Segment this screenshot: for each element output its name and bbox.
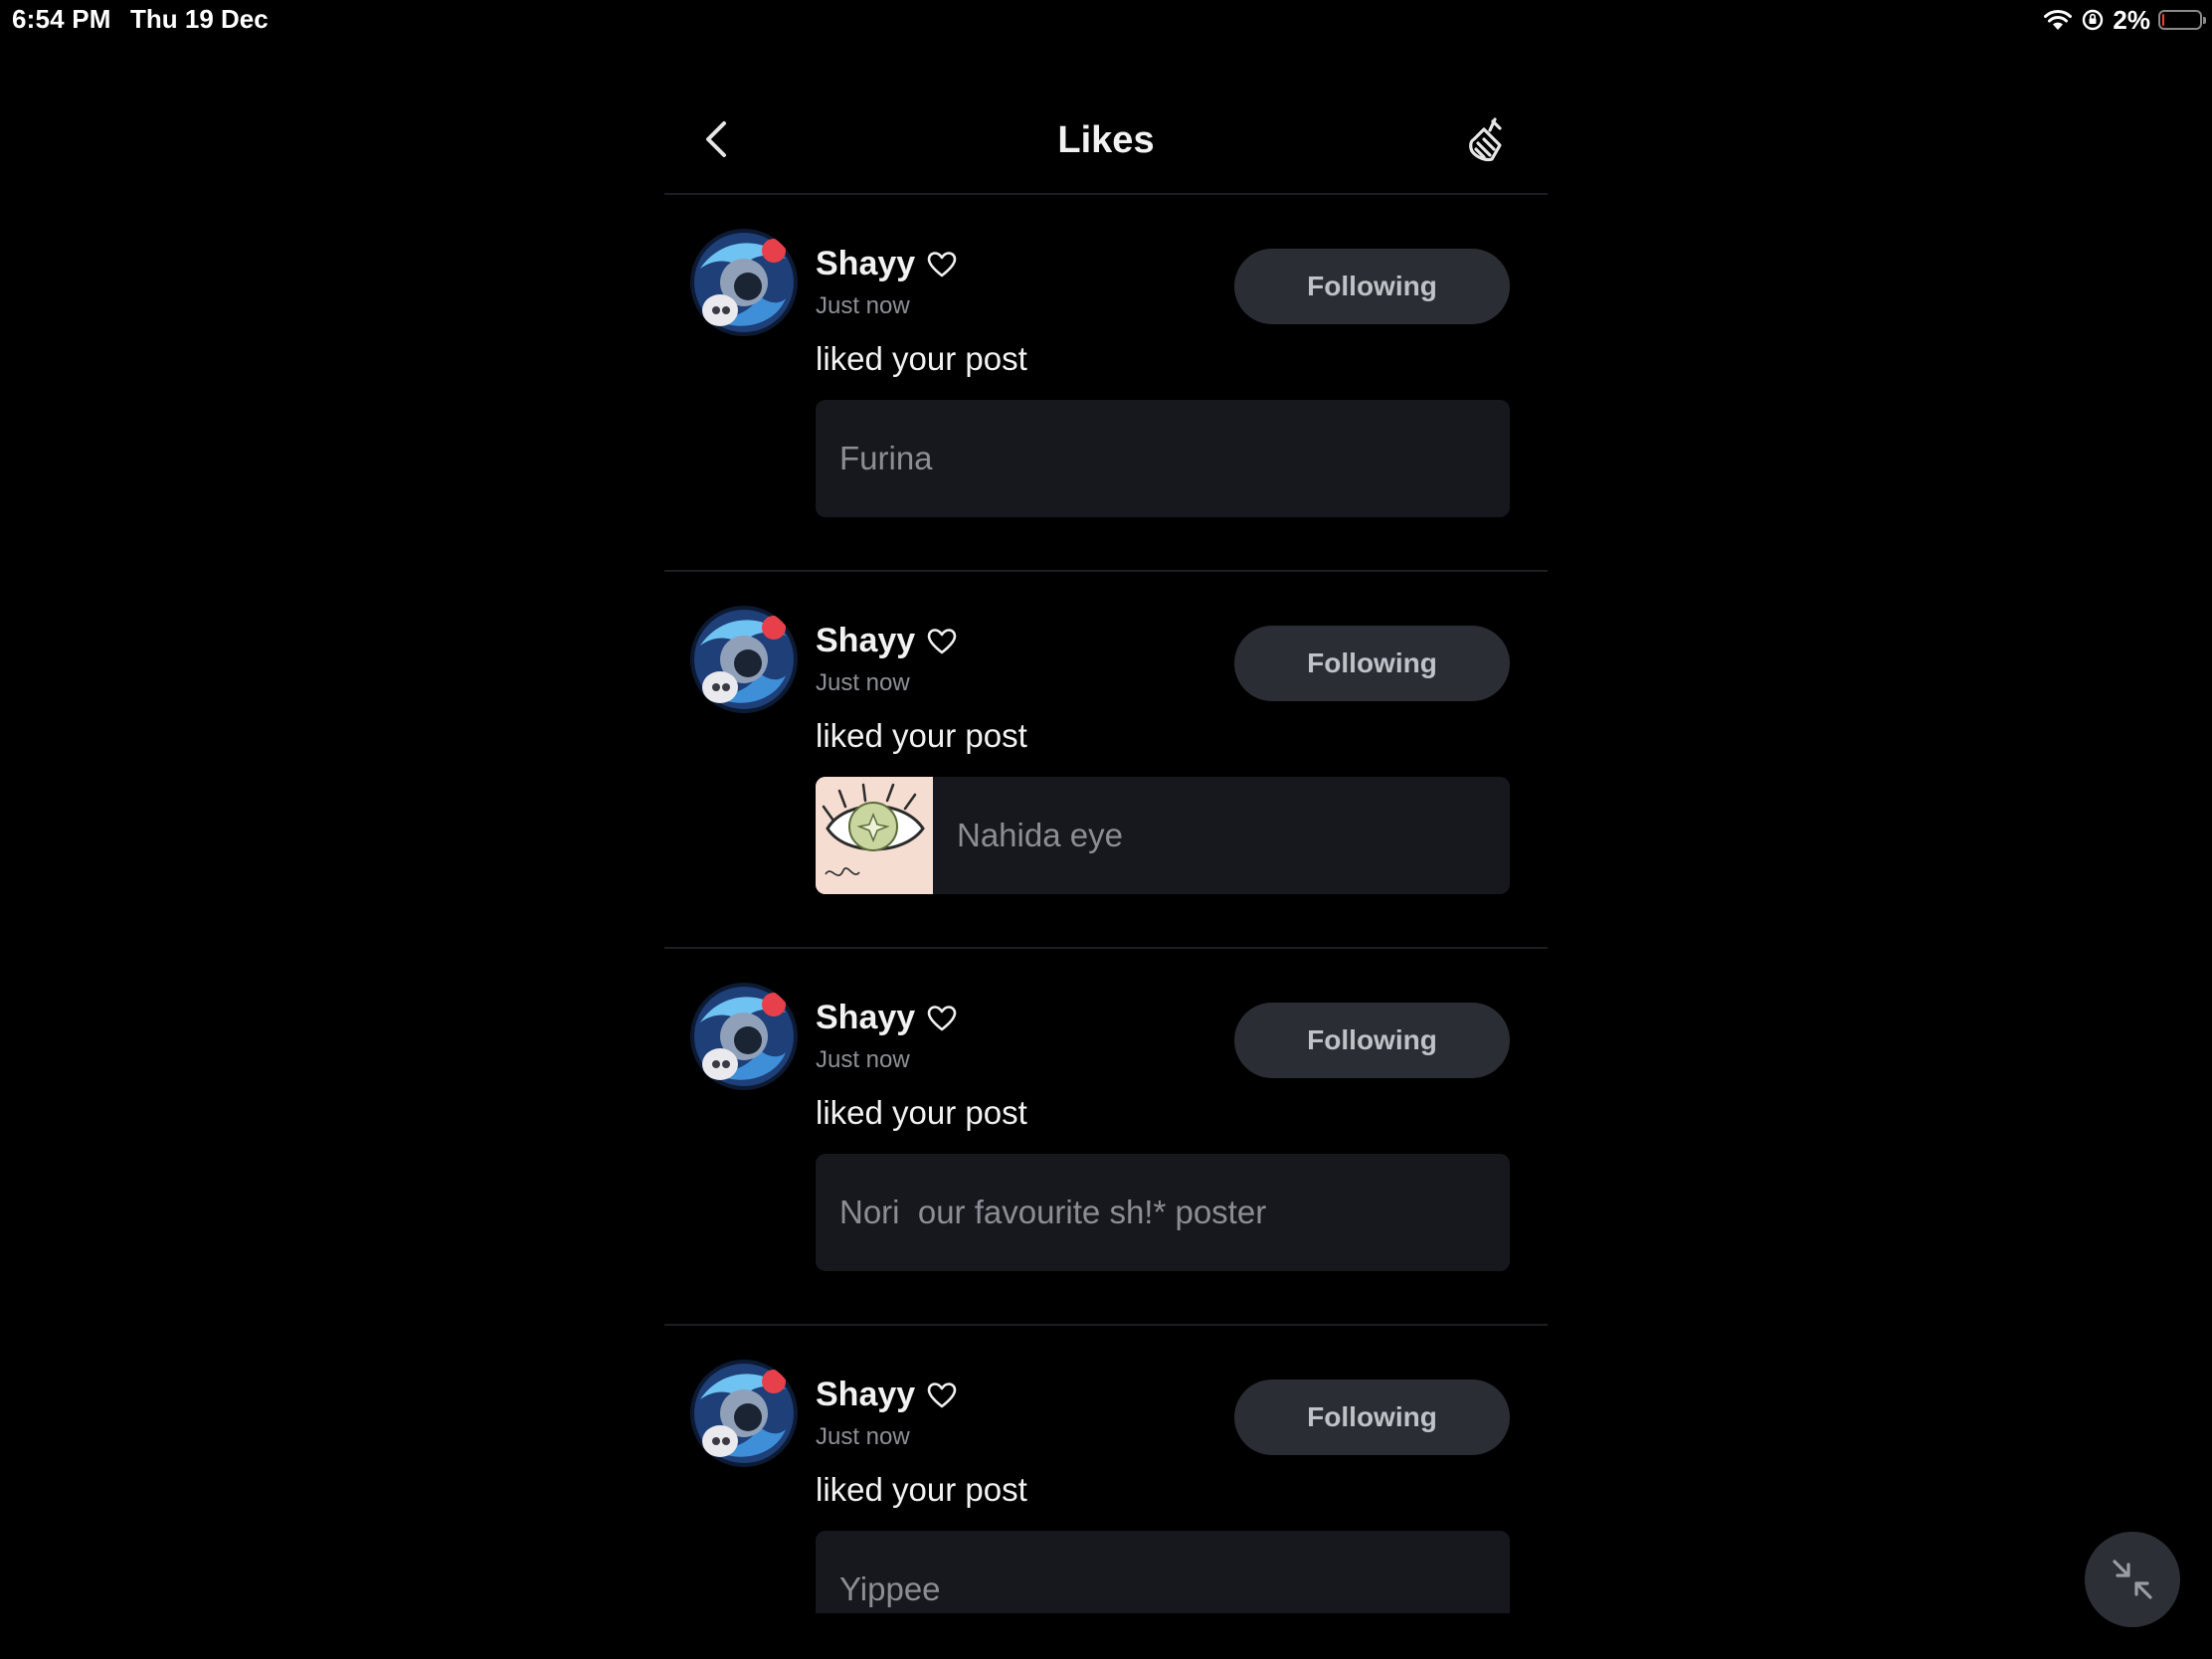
post-thumbnail: [816, 777, 933, 894]
collapse-window-button[interactable]: [2085, 1532, 2180, 1627]
heart-icon: [927, 628, 957, 653]
user-name[interactable]: Shayy: [816, 999, 957, 1037]
post-preview[interactable]: Nori our favourite sh!* poster: [816, 1154, 1510, 1271]
heart-icon: [927, 251, 957, 276]
user-name-label: Shayy: [816, 622, 916, 659]
post-preview[interactable]: Yippee: [816, 1531, 1510, 1613]
following-button[interactable]: Following: [1234, 1003, 1510, 1078]
page-title: Likes: [1057, 119, 1155, 161]
clear-notifications-button[interactable]: [1462, 115, 1514, 167]
action-text: liked your post: [816, 1094, 1027, 1131]
wifi-icon: [2044, 9, 2073, 30]
avatar[interactable]: [690, 1360, 798, 1467]
notification-item: Shayy Just now Following liked your post…: [664, 1326, 1548, 1613]
timestamp: Just now: [816, 1423, 910, 1450]
user-name[interactable]: Shayy: [816, 245, 957, 283]
status-indicators: 2%: [2043, 4, 2206, 36]
status-time: 6:54 PM: [12, 4, 111, 34]
likes-panel: Likes Shayy Just now Following liked you…: [664, 82, 1548, 1613]
post-preview[interactable]: Nahida eye: [816, 777, 1510, 894]
timestamp: Just now: [816, 292, 910, 319]
post-title: Nahida eye: [957, 817, 1123, 853]
avatar[interactable]: [690, 983, 798, 1090]
post-title: Nori our favourite sh!* poster: [839, 1194, 1267, 1230]
post-preview[interactable]: Furina: [816, 400, 1510, 517]
user-name[interactable]: Shayy: [816, 1376, 957, 1414]
notification-list: Shayy Just now Following liked your post…: [664, 195, 1548, 1613]
avatar-image: [690, 983, 798, 1090]
battery-percent: 2%: [2113, 4, 2150, 35]
following-button[interactable]: Following: [1234, 249, 1510, 324]
user-name-label: Shayy: [816, 245, 916, 282]
following-button[interactable]: Following: [1234, 1380, 1510, 1455]
user-name-label: Shayy: [816, 999, 916, 1036]
action-text: liked your post: [816, 717, 1027, 754]
avatar-image: [690, 606, 798, 713]
heart-icon: [927, 1005, 957, 1030]
screen-rotation-lock-icon: [2083, 9, 2104, 31]
avatar-image: [690, 229, 798, 336]
action-text: liked your post: [816, 340, 1027, 377]
avatar[interactable]: [690, 229, 798, 336]
user-name[interactable]: Shayy: [816, 622, 957, 660]
following-button[interactable]: Following: [1234, 626, 1510, 701]
notification-item: Shayy Just now Following liked your post…: [664, 949, 1548, 1326]
timestamp: Just now: [816, 1046, 910, 1073]
battery-level-fill: [2162, 14, 2164, 26]
post-title: Yippee: [839, 1570, 941, 1607]
collapse-arrows-icon: [2113, 1560, 2152, 1599]
heart-icon: [927, 1382, 957, 1407]
post-title: Furina: [839, 440, 933, 476]
header: Likes: [664, 82, 1548, 195]
user-name-label: Shayy: [816, 1376, 916, 1413]
status-bar: 6:54 PM Thu 19 Dec 2%: [0, 0, 2212, 40]
notification-item: Shayy Just now Following liked your post…: [664, 195, 1548, 572]
avatar-image: [690, 1360, 798, 1467]
avatar[interactable]: [690, 606, 798, 713]
status-date: Thu 19 Dec: [130, 4, 269, 34]
battery-icon: [2158, 10, 2206, 30]
notification-item: Shayy Just now Following liked your post…: [664, 572, 1548, 949]
broom-icon: [1469, 117, 1502, 162]
action-text: liked your post: [816, 1471, 1027, 1508]
timestamp: Just now: [816, 669, 910, 696]
